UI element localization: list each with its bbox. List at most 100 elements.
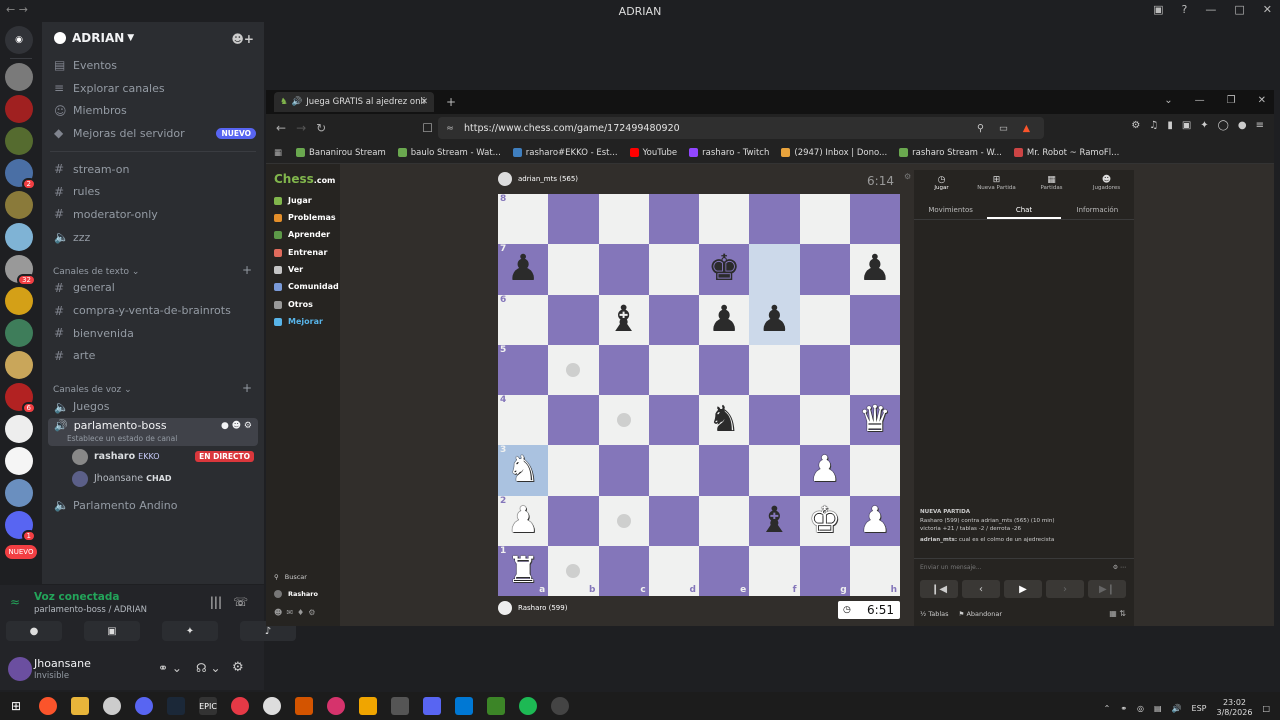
board-square[interactable] [598, 194, 649, 245]
board-square[interactable] [548, 194, 599, 245]
board-square[interactable] [849, 344, 900, 395]
board-square[interactable] [799, 194, 850, 245]
board-square[interactable] [749, 244, 800, 295]
share-icon[interactable]: ▦ ⇅ [1109, 609, 1126, 618]
board-square[interactable]: ♟ [749, 294, 800, 345]
black-piece[interactable]: ♞ [708, 402, 740, 438]
sidebar-item-eventos[interactable]: ▤ Eventos [42, 54, 264, 77]
board-square[interactable] [799, 244, 850, 295]
board-square[interactable] [799, 395, 850, 446]
board-square[interactable] [799, 294, 850, 345]
discord-home-icon[interactable]: ◉ [5, 26, 33, 54]
move-hint-dot[interactable] [566, 563, 581, 578]
board-square[interactable]: ♚ [699, 244, 750, 295]
board-square[interactable] [648, 294, 699, 345]
board-square[interactable] [799, 344, 850, 395]
disconnect-icon[interactable]: ☏ [233, 595, 248, 609]
channel-zzz[interactable]: 🔈 zzz [42, 226, 264, 249]
black-piece[interactable]: ♟ [859, 251, 891, 287]
board-square[interactable] [548, 294, 599, 345]
nav-ver[interactable]: Ver [274, 265, 303, 274]
board-square[interactable] [749, 445, 800, 496]
steam-icon[interactable] [167, 697, 185, 715]
board-square[interactable] [598, 244, 649, 295]
app-icon[interactable] [423, 697, 441, 715]
board-square[interactable]: g [799, 545, 850, 596]
minimize-button[interactable]: — [1195, 95, 1205, 106]
server-icon[interactable] [5, 415, 33, 443]
black-piece[interactable]: ♟ [758, 301, 790, 338]
board-square[interactable] [548, 244, 599, 295]
avatar[interactable] [8, 657, 32, 681]
nav-mejorar[interactable]: Mejorar [274, 317, 323, 326]
volume-icon[interactable]: 🔊 [1172, 704, 1182, 713]
subtab-movimientos[interactable]: Movimientos [914, 200, 987, 219]
channel-status[interactable]: Establece un estado de canal [67, 434, 258, 443]
board-square[interactable]: 6 [498, 294, 549, 345]
reload-button[interactable]: ↻ [316, 121, 326, 135]
channel-moderator-only[interactable]: # moderator-only [42, 203, 264, 226]
board-square[interactable]: 3 ♞ [498, 445, 549, 496]
new-tab-button[interactable]: + [446, 95, 456, 109]
chess-logo[interactable]: Chess.com [274, 172, 335, 186]
white-piece[interactable]: ♜ [507, 552, 539, 589]
menu-icon[interactable]: ≡ [1256, 120, 1264, 131]
white-piece[interactable]: ♞ [507, 452, 539, 488]
nav-entrenar[interactable]: Entrenar [274, 248, 327, 257]
tab-jugar[interactable]: ◷ Jugar [914, 170, 969, 196]
minimize-button[interactable]: — [1205, 3, 1216, 16]
bookmark-item[interactable]: rasharo#EKKO - Est... [512, 148, 618, 158]
channel-rules[interactable]: # rules [42, 180, 264, 203]
language-indicator[interactable]: ESP [1192, 704, 1207, 713]
board-square[interactable]: 7 ♟ [498, 244, 549, 295]
tab-jugadores[interactable]: ☻ Jugadores [1079, 170, 1134, 196]
epic-icon[interactable]: EPIC [199, 697, 217, 715]
notifications-icon[interactable]: □ [1262, 704, 1270, 713]
nav-otros[interactable]: Otros [274, 300, 313, 309]
site-info-icon[interactable]: ≈ [446, 123, 454, 134]
white-piece[interactable]: ♛ [859, 402, 891, 438]
channel-settings-icon[interactable]: ● ☻ ⚙ [221, 421, 252, 431]
headphones-icon[interactable]: ☊ ⌄ [196, 661, 221, 675]
microphone-icon[interactable]: ⚭ [1120, 704, 1127, 713]
apps-grid-icon[interactable]: ▦ [274, 148, 282, 158]
black-piece[interactable]: ♝ [607, 301, 639, 338]
previous-move-button[interactable]: ‹ [962, 580, 1000, 598]
white-piece[interactable]: ♟ [859, 502, 891, 539]
vpn-icon[interactable]: ◯ [1218, 120, 1229, 131]
noise-suppression-icon[interactable]: ||| [210, 595, 222, 609]
server-icon[interactable]: 2 [5, 159, 36, 190]
sidebar-icon[interactable]: ▮ [1167, 120, 1173, 131]
tab-search-icon[interactable]: ⌄ [1164, 95, 1172, 106]
server-icon[interactable] [5, 191, 33, 219]
back-button[interactable]: ← [276, 121, 286, 135]
wallet-icon[interactable]: ▣ [1182, 120, 1191, 131]
move-hint-dot[interactable] [616, 513, 631, 528]
playlist-icon[interactable]: ♫ [1149, 120, 1158, 131]
board-square[interactable] [598, 344, 649, 395]
board-square[interactable]: b [548, 545, 599, 596]
category-voice[interactable]: Canales de voz ⌄ + [42, 373, 264, 395]
draw-button[interactable]: ½ Tablas [920, 610, 949, 618]
brave-shield-icon[interactable]: ▲ [1023, 123, 1030, 134]
close-button[interactable]: ✕ [1263, 3, 1272, 16]
board-square[interactable] [699, 344, 750, 395]
voice-channel-juegos[interactable]: 🔈 Juegos [42, 395, 264, 418]
close-button[interactable]: ✕ [1258, 95, 1266, 106]
server-icon[interactable] [5, 351, 33, 379]
brave-icon[interactable] [39, 697, 57, 715]
chat-input[interactable]: Enviar un mensaje... ⚙ ⋯ [914, 558, 1134, 574]
board-square[interactable]: 1 a ♜ [498, 545, 549, 596]
bookmark-item[interactable]: baulo Stream - Wat... [397, 148, 501, 158]
board-square[interactable]: ♟ [849, 495, 900, 546]
channel-compra[interactable]: # compra-y-venta-de-brainrots [42, 299, 264, 322]
board-square[interactable]: d [648, 545, 699, 596]
server-icon[interactable] [5, 223, 33, 251]
help-icon[interactable]: ? [1182, 3, 1188, 16]
board-square[interactable]: ♟ [849, 244, 900, 295]
server-icon[interactable] [5, 63, 33, 91]
tab-nueva-partida[interactable]: ⊞ Nueva Partida [969, 170, 1024, 196]
app-icon[interactable] [231, 697, 249, 715]
board-square[interactable] [548, 445, 599, 496]
server-icon[interactable] [5, 447, 33, 475]
